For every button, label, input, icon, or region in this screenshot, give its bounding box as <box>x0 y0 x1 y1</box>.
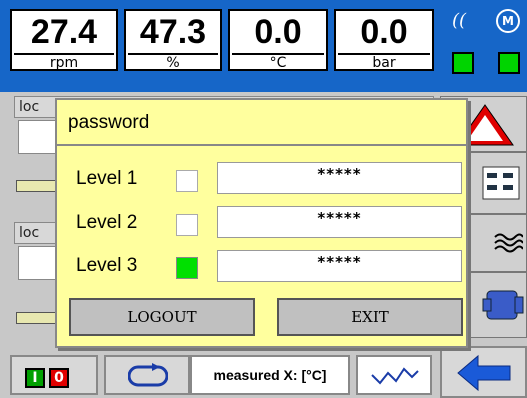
meter-temperature-value: 0.0 <box>254 13 302 51</box>
background-field-2 <box>18 246 58 280</box>
background-row-label: loc <box>19 225 40 241</box>
status-led-1 <box>452 52 474 74</box>
level-2-checkbox[interactable] <box>176 214 198 236</box>
level-3-password-field[interactable]: ***** <box>217 250 462 282</box>
io-off-indicator: 0 <box>49 368 69 388</box>
status-bar: 27.4 rpm 47.3 % 0.0 °C 0.0 bar (( M <box>0 0 527 92</box>
io-toggle-button[interactable]: I 0 <box>10 355 98 395</box>
back-arrow-icon <box>457 354 511 392</box>
meter-rpm-unit: rpm <box>49 55 79 71</box>
trend-button[interactable] <box>356 355 432 395</box>
level-2-password-field[interactable]: ***** <box>217 206 462 238</box>
level-2-label: Level 2 <box>76 212 138 233</box>
level-3-label: Level 3 <box>76 255 138 276</box>
loop-icon <box>128 363 168 387</box>
meter-pressure-value: 0.0 <box>360 13 408 51</box>
level-1-checkbox[interactable] <box>176 170 198 192</box>
motor-icon: M <box>496 9 520 33</box>
dialog-divider <box>57 144 466 146</box>
level-1-password-field[interactable]: ***** <box>217 162 462 194</box>
signal-icon: (( <box>451 10 467 31</box>
meter-temperature: 0.0 °C <box>228 9 328 71</box>
status-led-2 <box>498 52 520 74</box>
trend-icon <box>371 367 419 385</box>
io-on-indicator: I <box>25 368 45 388</box>
measured-x-label[interactable]: measured X: [°C] <box>190 355 350 395</box>
logout-button[interactable]: LOGOUT <box>69 298 255 336</box>
background-level-bar-1 <box>16 180 56 192</box>
background-level-bar-2 <box>16 312 56 324</box>
exit-button[interactable]: EXIT <box>277 298 463 336</box>
background-field-1 <box>18 120 58 154</box>
back-button[interactable] <box>440 346 527 398</box>
panel-icon <box>482 166 520 200</box>
meter-pressure: 0.0 bar <box>334 9 434 71</box>
password-dialog: password Level 1 ***** Level 2 ***** Lev… <box>55 98 468 348</box>
meter-rpm: 27.4 rpm <box>10 9 118 71</box>
level-3-checkbox[interactable] <box>176 257 198 279</box>
pump-icon <box>482 290 524 320</box>
meter-percent-unit: % <box>166 55 180 71</box>
meter-percent: 47.3 % <box>124 9 222 71</box>
meter-temperature-unit: °C <box>269 55 287 71</box>
meter-percent-value: 47.3 <box>139 13 207 51</box>
background-row-label: loc <box>19 99 40 115</box>
meter-pressure-unit: bar <box>372 55 396 71</box>
level-1-label: Level 1 <box>76 168 138 189</box>
dialog-title: password <box>68 112 150 133</box>
meter-rpm-value: 27.4 <box>30 13 98 51</box>
waves-icon <box>494 233 523 253</box>
loop-button[interactable] <box>104 355 190 395</box>
